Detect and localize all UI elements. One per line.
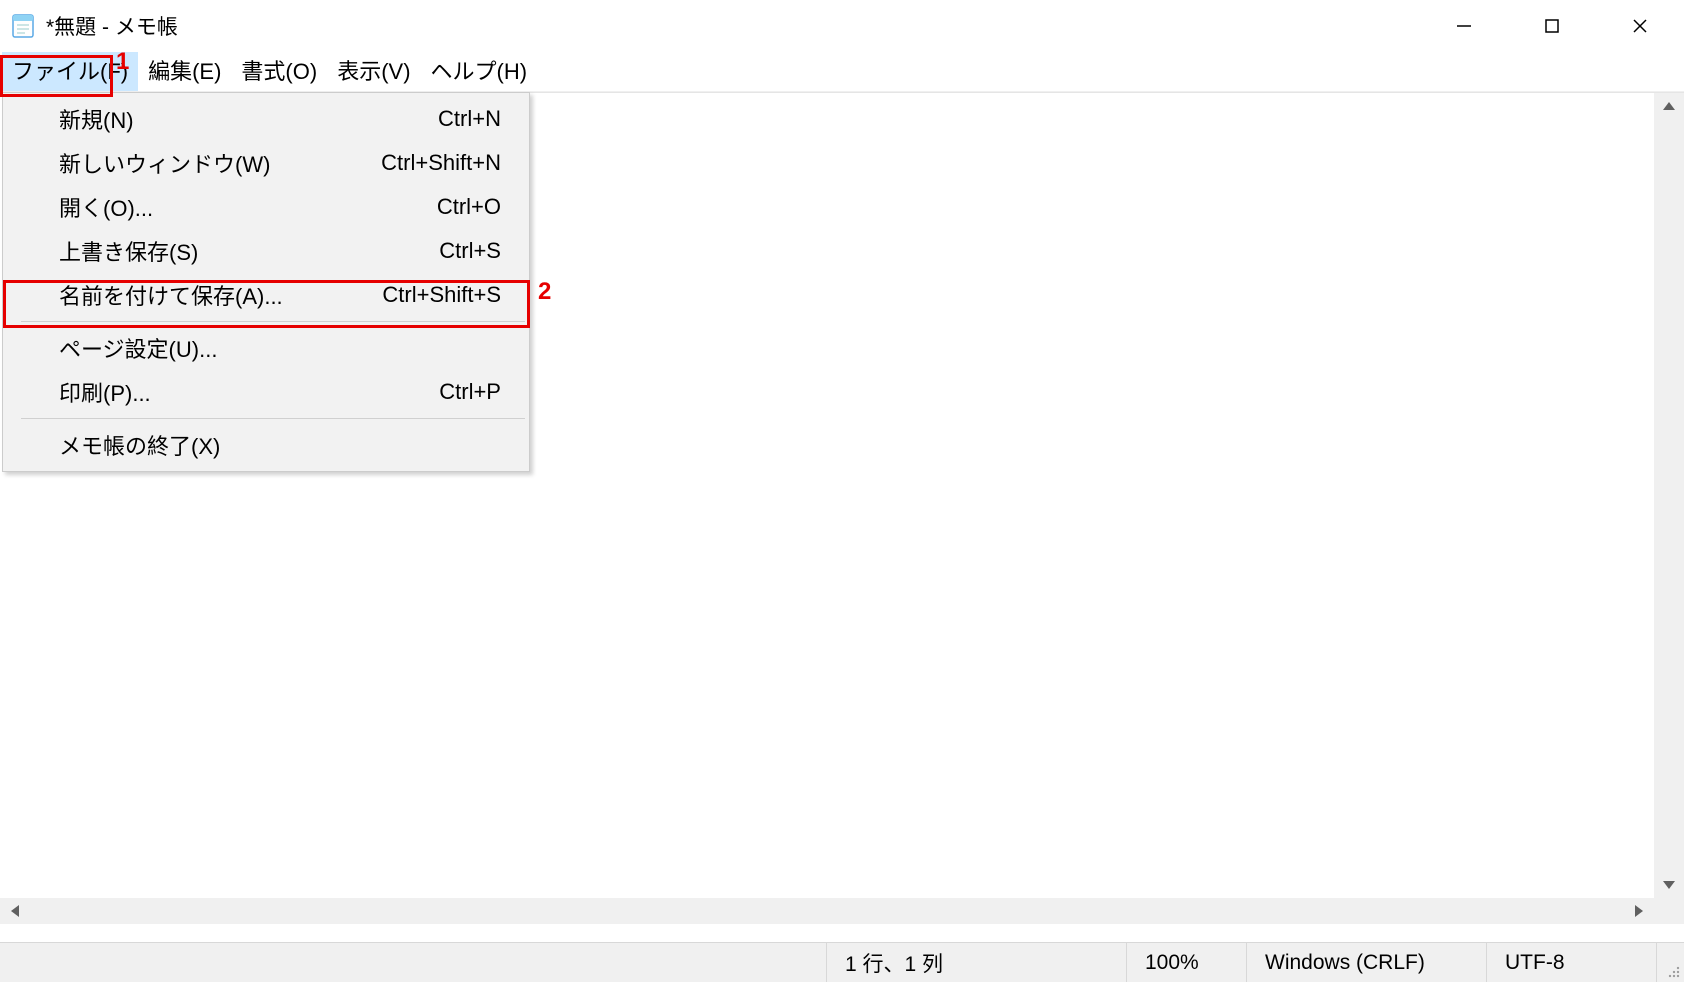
menu-item-accel: Ctrl+S (439, 238, 501, 264)
status-cursor-position: 1 行、1 列 (826, 943, 1126, 982)
resize-grip[interactable] (1656, 943, 1684, 982)
menu-item-accel: Ctrl+Shift+N (381, 150, 501, 176)
menu-item-label: 名前を付けて保存(A)... (59, 279, 382, 311)
window-controls (1420, 0, 1684, 52)
menu-separator (21, 321, 525, 322)
menu-item-accel: Ctrl+N (438, 106, 501, 132)
menu-separator (21, 418, 525, 419)
vertical-scrollbar[interactable] (1654, 93, 1684, 898)
menu-item-new-window[interactable]: 新しいウィンドウ(W) Ctrl+Shift+N (5, 141, 527, 185)
menu-item-save-as[interactable]: 名前を付けて保存(A)... Ctrl+Shift+S (5, 273, 527, 317)
scroll-left-icon[interactable] (0, 898, 30, 924)
menubar: ファイル(F) 編集(E) 書式(O) 表示(V) ヘルプ(H) (0, 52, 1684, 92)
scroll-right-icon[interactable] (1624, 898, 1654, 924)
scroll-up-icon[interactable] (1654, 93, 1684, 119)
menu-item-label: 新しいウィンドウ(W) (59, 147, 381, 179)
status-zoom: 100% (1126, 943, 1246, 982)
menu-item-save[interactable]: 上書き保存(S) Ctrl+S (5, 229, 527, 273)
menu-item-label: 新規(N) (59, 103, 438, 135)
statusbar: 1 行、1 列 100% Windows (CRLF) UTF-8 (0, 942, 1684, 982)
file-menu-dropdown: 新規(N) Ctrl+N 新しいウィンドウ(W) Ctrl+Shift+N 開く… (2, 92, 530, 472)
scroll-down-icon[interactable] (1654, 872, 1684, 898)
menu-edit[interactable]: 編集(E) (138, 52, 231, 91)
menu-item-label: 開く(O)... (59, 191, 437, 223)
minimize-button[interactable] (1420, 0, 1508, 52)
notepad-icon (10, 13, 36, 39)
menu-item-accel: Ctrl+O (437, 194, 501, 220)
maximize-button[interactable] (1508, 0, 1596, 52)
menu-help[interactable]: ヘルプ(H) (421, 52, 538, 91)
menu-item-label: 印刷(P)... (59, 376, 439, 408)
annotation-label-2: 2 (538, 278, 551, 306)
menu-item-accel: Ctrl+Shift+S (382, 282, 501, 308)
menu-item-label: メモ帳の終了(X) (59, 429, 501, 461)
menu-item-open[interactable]: 開く(O)... Ctrl+O (5, 185, 527, 229)
window-title: *無題 - メモ帳 (46, 11, 178, 41)
menu-item-accel: Ctrl+P (439, 379, 501, 405)
status-encoding: UTF-8 (1486, 943, 1656, 982)
close-button[interactable] (1596, 0, 1684, 52)
menu-item-label: ページ設定(U)... (59, 332, 501, 364)
menu-item-exit[interactable]: メモ帳の終了(X) (5, 423, 527, 467)
menu-item-page-setup[interactable]: ページ設定(U)... (5, 326, 527, 370)
menu-item-print[interactable]: 印刷(P)... Ctrl+P (5, 370, 527, 414)
titlebar: *無題 - メモ帳 (0, 0, 1684, 52)
status-spacer (0, 943, 826, 982)
menu-format[interactable]: 書式(O) (231, 52, 327, 91)
horizontal-scrollbar[interactable] (0, 898, 1654, 924)
status-line-ending: Windows (CRLF) (1246, 943, 1486, 982)
menu-item-label: 上書き保存(S) (59, 235, 439, 267)
menu-view[interactable]: 表示(V) (327, 52, 420, 91)
scroll-corner (1654, 898, 1684, 924)
menu-item-new[interactable]: 新規(N) Ctrl+N (5, 97, 527, 141)
annotation-label-1: 1 (116, 48, 129, 76)
